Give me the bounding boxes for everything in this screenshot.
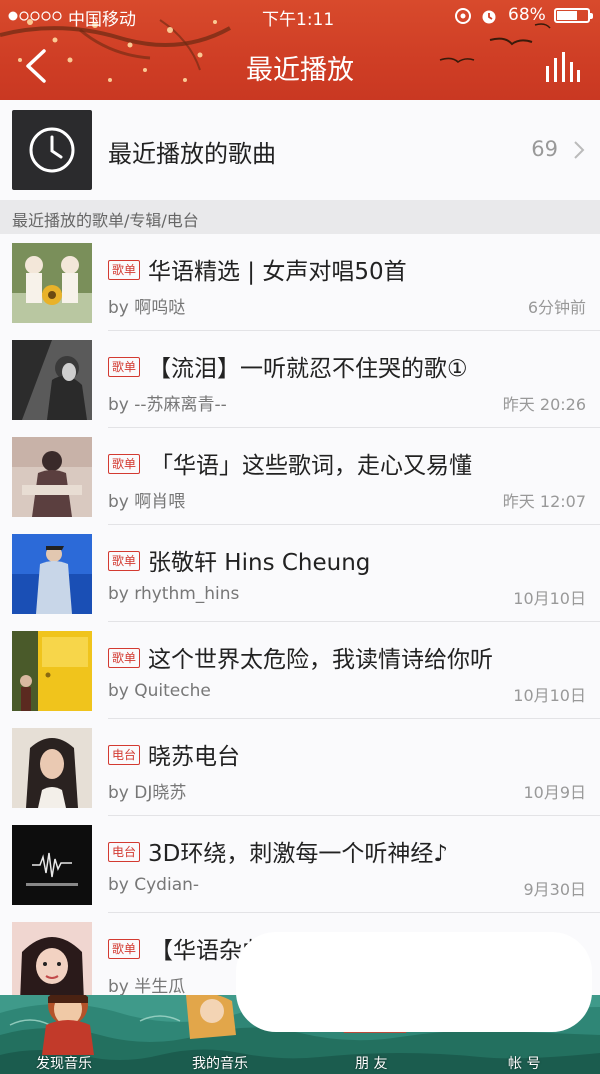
radio-cover-image <box>12 825 92 905</box>
playlist-cover-image <box>12 437 92 517</box>
playlist-cover-image <box>12 534 92 614</box>
playlist-author: by 啊呜哒 <box>108 298 186 318</box>
recent-songs-row[interactable]: 最近播放的歌曲 69 <box>0 100 600 200</box>
played-time: 10月9日 <box>523 783 586 802</box>
signal-dots-icon <box>8 11 62 21</box>
radio-author: by DJ晓苏 <box>108 783 187 803</box>
played-time: 10月10日 <box>513 589 586 608</box>
chevron-right-icon <box>574 141 585 159</box>
list-item[interactable]: 歌单 张敬轩 Hins Cheung by rhythm_hins 10月10日 <box>0 525 600 622</box>
played-time: 10月10日 <box>513 686 586 705</box>
playlist-title: 「华语」这些歌词，走心又易懂 <box>150 453 472 479</box>
tab-my-music[interactable]: 我的音乐 <box>192 1053 248 1073</box>
equalizer-bars-icon[interactable] <box>544 48 580 84</box>
playlist-author: by 半生瓜 <box>108 977 186 997</box>
type-tag: 歌单 <box>108 260 141 280</box>
playlist-cover-image <box>12 243 92 323</box>
list-item[interactable]: 歌单 【流泪】一听就忍不住哭的歌① by --苏麻离青-- 昨天 20:26 <box>0 331 600 428</box>
alarm-clock-icon <box>482 10 496 24</box>
section-header: 最近播放的歌单/专辑/电台 <box>0 200 600 234</box>
radio-author: by Cydian- <box>108 875 200 895</box>
section-header-label: 最近播放的歌单/专辑/电台 <box>12 211 199 230</box>
playlist-author: by --苏麻离青-- <box>108 395 227 415</box>
playlist-title: 张敬轩 Hins Cheung <box>148 550 371 576</box>
list-item[interactable]: 歌单 华语精选 | 女声对唱50首 by 啊呜哒 6分钟前 <box>0 234 600 331</box>
tab-friends[interactable]: 朋 友 <box>355 1053 387 1073</box>
list-item[interactable]: 电台 3D环绕，刺激每一个听神经♪ by Cydian- 9月30日 <box>0 816 600 913</box>
type-tag: 歌单 <box>108 939 141 959</box>
type-tag: 电台 <box>108 745 141 765</box>
redaction-overlay <box>236 932 592 1032</box>
played-time: 9月30日 <box>523 880 586 899</box>
type-tag: 歌单 <box>108 551 141 571</box>
playlist-cover-image <box>12 922 92 1002</box>
played-time: 昨天 20:26 <box>502 395 586 414</box>
battery-icon <box>554 8 593 23</box>
tab-account[interactable]: 帐 号 <box>508 1053 540 1073</box>
clock-icon <box>29 127 75 173</box>
battery-level-fill <box>557 11 577 20</box>
status-time: 下午1:11 <box>262 10 335 30</box>
type-tag: 歌单 <box>108 357 141 377</box>
radio-cover-image <box>12 728 92 808</box>
radio-title: 晓苏电台 <box>148 744 240 770</box>
playlist-cover-image <box>12 340 92 420</box>
type-tag: 电台 <box>108 842 141 862</box>
playlist-title: 华语精选 | 女声对唱50首 <box>148 259 407 285</box>
type-tag: 歌单 <box>108 454 141 474</box>
playlist-author: by rhythm_hins <box>108 584 240 604</box>
battery-percentage: 68% <box>508 5 546 25</box>
playlist-cover-image <box>12 631 92 711</box>
recent-songs-tile <box>12 110 92 190</box>
orientation-lock-icon <box>455 8 471 24</box>
playlist-title: 这个世界太危险，我读情诗给你听 <box>148 647 493 673</box>
status-bar: 中国移动 下午1:11 68% <box>0 0 600 30</box>
carrier-label: 中国移动 <box>68 10 136 30</box>
type-tag: 歌单 <box>108 648 141 668</box>
playlist-author: by 啊肖喂 <box>108 492 186 512</box>
played-time: 6分钟前 <box>527 298 586 317</box>
played-time: 昨天 12:07 <box>502 492 586 511</box>
radio-title: 3D环绕，刺激每一个听神经♪ <box>148 841 449 867</box>
header-bar: 中国移动 下午1:11 68% 最近播放 <box>0 0 600 100</box>
tab-discover[interactable]: 发现音乐 <box>36 1053 92 1073</box>
playlist-title: 【流泪】一听就忍不住哭的歌① <box>148 356 468 382</box>
recent-songs-label: 最近播放的歌曲 <box>108 140 276 168</box>
list-item[interactable]: 电台 晓苏电台 by DJ晓苏 10月9日 <box>0 719 600 816</box>
list-item[interactable]: 歌单 「华语」这些歌词，走心又易懂 by 啊肖喂 昨天 12:07 <box>0 428 600 525</box>
recent-songs-count: 69 <box>531 137 558 161</box>
list-item[interactable]: 歌单 这个世界太危险，我读情诗给你听 by Quiteche 10月10日 <box>0 622 600 719</box>
playlist-author: by Quiteche <box>108 681 211 701</box>
page-title: 最近播放 <box>246 55 354 86</box>
